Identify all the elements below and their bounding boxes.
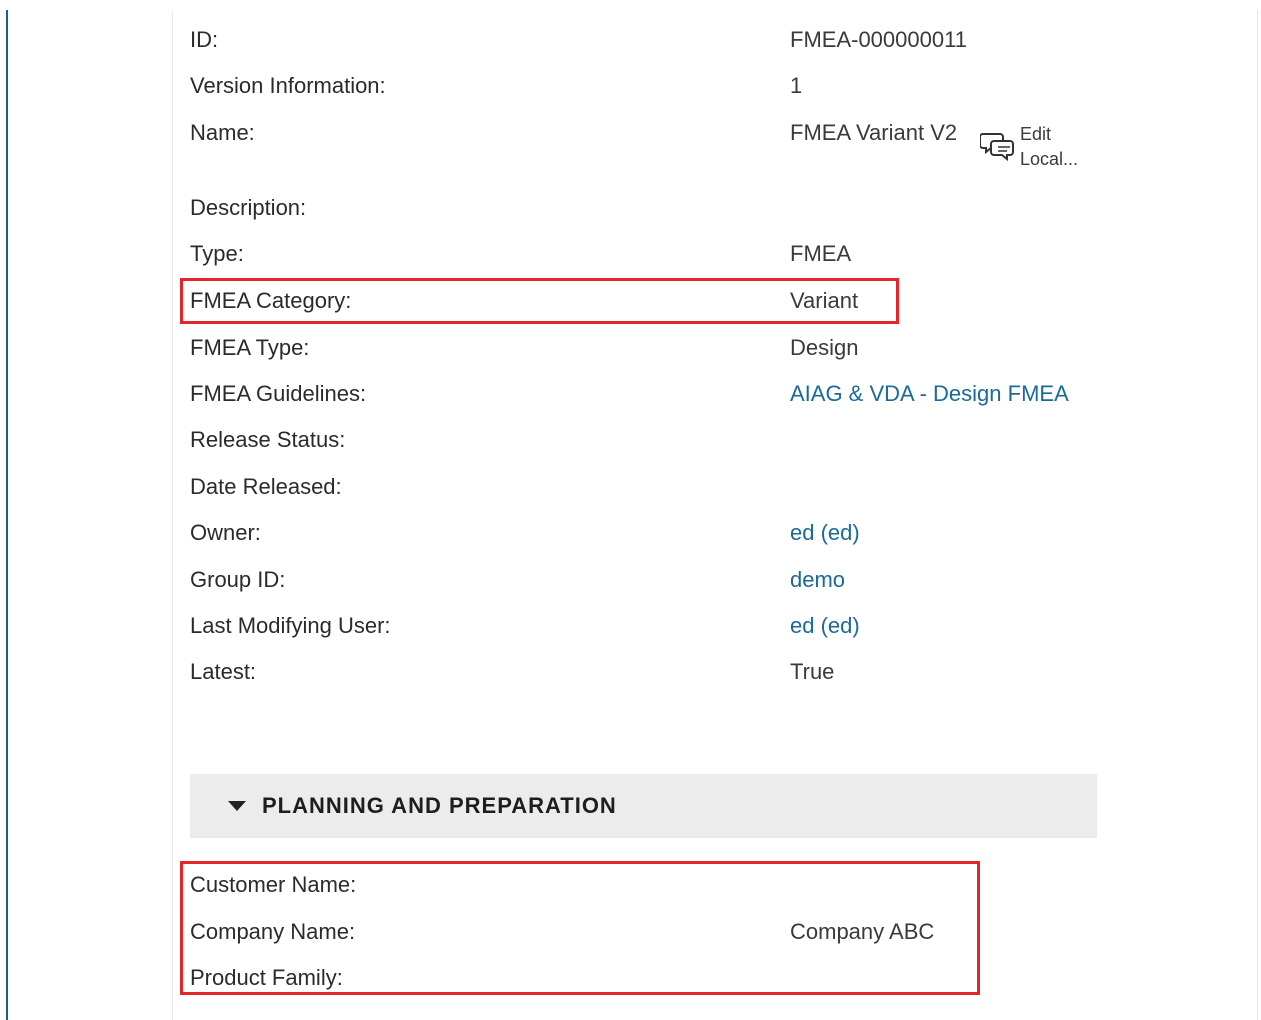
property-value: FMEA	[790, 241, 852, 266]
property-row-fmea-type: FMEA Type: Design	[190, 333, 1110, 363]
property-row-fmea-category: FMEA Category: Variant	[190, 286, 1110, 316]
property-value: True	[790, 659, 835, 684]
cropped-edge	[180, 991, 980, 1020]
property-row-name: Name: FMEA Variant V2	[190, 118, 1110, 148]
property-row-release-status: Release Status:	[190, 425, 1110, 455]
property-label: Release Status:	[190, 427, 346, 452]
property-row-date-released: Date Released:	[190, 472, 1110, 502]
property-row-description: Description:	[190, 193, 1110, 223]
edit-local-label: Edit Local...	[1020, 122, 1090, 172]
property-label: FMEA Guidelines:	[190, 381, 367, 406]
panel-divider	[172, 10, 173, 1020]
chat-bubbles-icon	[979, 130, 1016, 162]
property-label: Company Name:	[190, 919, 356, 944]
properties-page: ID: FMEA-000000011 Version Information: …	[0, 0, 1261, 1020]
property-label: Name:	[190, 120, 255, 145]
property-label: FMEA Category:	[190, 288, 352, 313]
fmea-guidelines-link[interactable]: AIAG & VDA - Design FMEA	[790, 379, 1069, 409]
property-row-id: ID: FMEA-000000011	[190, 25, 1110, 55]
property-row-latest: Latest: True	[190, 657, 1110, 687]
property-label: Product Family:	[190, 965, 343, 990]
property-value: Design	[790, 335, 859, 360]
property-row-product-family: Product Family:	[190, 963, 1110, 993]
property-label: Description:	[190, 195, 307, 220]
edit-local-button[interactable]: Edit Local...	[979, 122, 1090, 174]
left-border	[6, 10, 8, 1020]
edit-local-line2: Local...	[1020, 149, 1079, 169]
property-value: Variant	[790, 288, 859, 313]
property-value: FMEA Variant V2	[790, 120, 958, 145]
property-value: FMEA-000000011	[790, 27, 967, 52]
property-row-group-id: Group ID: demo	[190, 565, 1110, 595]
property-label: Type:	[190, 241, 244, 266]
property-row-customer-name: Customer Name:	[190, 870, 1110, 900]
property-label: Version Information:	[190, 73, 386, 98]
property-row-owner: Owner: ed (ed)	[190, 518, 1110, 548]
property-row-company-name: Company Name: Company ABC	[190, 917, 1110, 947]
property-label: ID:	[190, 27, 219, 52]
property-value: Company ABC	[790, 919, 935, 944]
planning-section-header[interactable]: PLANNING AND PREPARATION	[190, 774, 1097, 838]
last-modifying-user-link[interactable]: ed (ed)	[790, 611, 860, 641]
property-label: Latest:	[190, 659, 257, 684]
property-row-fmea-guidelines: FMEA Guidelines: AIAG & VDA - Design FME…	[190, 379, 1110, 409]
caret-down-icon	[228, 801, 246, 811]
owner-link[interactable]: ed (ed)	[790, 518, 860, 548]
right-border	[1257, 10, 1258, 1020]
property-row-type: Type: FMEA	[190, 239, 1110, 269]
property-label: FMEA Type:	[190, 335, 310, 360]
property-row-version: Version Information: 1	[190, 71, 1110, 101]
property-label: Customer Name:	[190, 872, 357, 897]
property-value: 1	[790, 73, 803, 98]
section-title: PLANNING AND PREPARATION	[262, 793, 617, 818]
group-id-link[interactable]: demo	[790, 565, 845, 595]
property-row-last-modifying-user: Last Modifying User: ed (ed)	[190, 611, 1110, 641]
property-label: Date Released:	[190, 474, 342, 499]
property-label: Group ID:	[190, 567, 286, 592]
property-label: Owner:	[190, 520, 261, 545]
edit-local-line1: Edit	[1020, 124, 1052, 144]
property-label: Last Modifying User:	[190, 613, 391, 638]
